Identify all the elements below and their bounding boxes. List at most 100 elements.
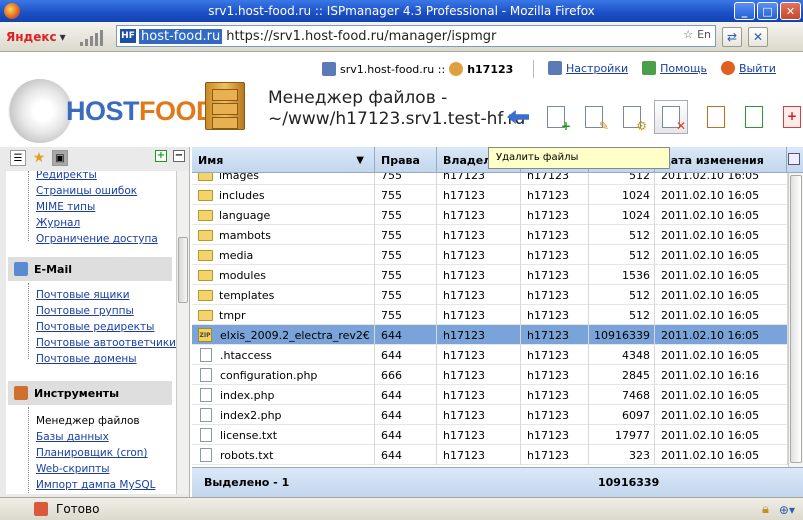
page-title: Менеджер файлов - ~/www/h17123.srv1.test… [268,88,525,130]
help-link[interactable]: Помощь [642,61,707,75]
edit-file-button[interactable]: ✎ [578,101,610,133]
table-row[interactable]: modules 755 h17123 h17123 1536 2011.02.10 16:… [192,265,788,285]
cell-size: 323 [589,445,655,465]
sidebar-item-mailboxes[interactable]: Почтовые ящики [36,289,130,301]
expand-all-button[interactable]: + [155,150,167,162]
table-row[interactable]: templates 755 h17123 h17123 512 2011.02.10 16… [192,285,788,305]
reload-icon[interactable]: ✕ [748,27,768,47]
copy-button[interactable] [738,101,770,133]
cell-owner: h17123 [437,445,521,465]
sidebar-item-mail-redirects[interactable]: Почтовые редиректы [36,321,154,333]
sidebar-item-databases[interactable]: Базы данных [36,431,109,443]
column-modified[interactable]: Дата изменения [655,147,787,173]
table-row[interactable]: robots.txt 644 h17123 h17123 323 2011.02.10 1… [192,445,788,465]
hostfood-logo[interactable]: HOSTFOOD [8,79,216,143]
url-host-highlight: host-food.ru [139,28,223,44]
file-cabinet-icon [205,82,245,130]
table-row[interactable]: tmpr 755 h17123 h17123 512 2011.02.10 16:05 [192,305,788,325]
yandex-search-button[interactable]: Яндекс ▾ [6,30,66,44]
delete-files-button[interactable]: ✕ [654,100,688,134]
table-row[interactable]: index2.php 644 h17123 h17123 6097 2011.02.10 … [192,405,788,425]
cell-size: 7468 [589,385,655,405]
column-config-icon[interactable] [788,153,800,165]
new-file-button[interactable]: + [540,101,572,133]
list-icon[interactable]: ☰ [10,150,26,166]
folder-icon [198,289,213,301]
window-titlebar: srv1.host-food.ru :: ISPmanager 4.3 Prof… [0,0,803,22]
zoom-icon[interactable]: ⊕▾ [779,503,795,517]
archive-button[interactable]: + [776,101,803,133]
sidebar-section-email[interactable]: E-Mail [8,257,172,281]
cell-date: 2011.02.10 16:05 [655,345,788,365]
cell-text: .htaccess [220,348,272,362]
table-row[interactable]: mambots 755 h17123 h17123 512 2011.02.10 16:0… [192,225,788,245]
url-bar[interactable]: HF host-food.ru https://srv1.host-food.r… [116,25,716,47]
cell-text: 2011.02.10 16:05 [661,228,760,242]
sidebar-scroll-thumb[interactable] [178,237,188,303]
sidebar-item-web-scripts[interactable]: Web-скрипты [36,463,110,475]
sidebar-item-mysql-import[interactable]: Импорт дампа MySQL [36,479,156,491]
cell-text: 17977 [615,428,650,442]
close-button[interactable]: ✕ [780,2,801,20]
cell-date: 2011.02.10 16:05 [655,185,788,205]
cell-size: 4348 [589,345,655,365]
table-row[interactable]: language 755 h17123 h17123 1024 2011.02.10 16… [192,205,788,225]
cell-owner: h17123 [437,385,521,405]
sidebar-item-log[interactable]: Журнал [36,217,80,229]
minimize-button[interactable]: _ [734,2,755,20]
cell-owner: h17123 [437,185,521,205]
cell-text: 644 [381,348,402,362]
back-button[interactable] [502,101,534,133]
language-indicator[interactable]: En [697,28,711,41]
briefcase-icon[interactable]: ▣ [52,150,68,166]
maximize-button[interactable]: □ [757,2,778,20]
cell-size: 6097 [589,405,655,425]
change-owner-button[interactable] [700,101,732,133]
status-icon [34,502,48,516]
back-forward-icon[interactable]: ⇄ [722,27,742,47]
settings-link[interactable]: Настройки [548,61,628,75]
table-row[interactable]: index.php 644 h17123 h17123 7468 2011.02.10 1… [192,385,788,405]
sidebar-item-error-pages[interactable]: Страницы ошибок [36,185,137,197]
column-name[interactable]: Имя ▼ [192,147,375,173]
cell-date: 2011.02.10 16:05 [655,285,788,305]
logout-link[interactable]: Выйти [721,61,776,75]
cell-perm: 755 [375,225,437,245]
file-properties-button[interactable]: ⚙ [616,101,648,133]
sidebar-item-mime-types[interactable]: MIME типы [36,201,95,213]
sidebar-item-cron[interactable]: Планировщик (cron) [36,447,148,459]
cell-text: 755 [381,308,402,322]
star-icon[interactable]: ★ [31,150,47,166]
sidebar-item-redirects[interactable]: Редиректы [36,171,97,181]
sidebar-item-autoresponders[interactable]: Почтовые автоответчики [36,337,176,349]
sidebar-scrollbar[interactable] [176,171,189,494]
table-row[interactable]: media 755 h17123 h17123 512 2011.02.10 16:05 [192,245,788,265]
cell-text: includes [219,188,265,202]
cell-text: h17123 [443,173,485,182]
table-row[interactable]: configuration.php 666 h17123 h17123 2845 2011… [192,365,788,385]
grid-scroll-thumb[interactable] [790,175,802,463]
table-row[interactable]: includes 755 h17123 h17123 1024 2011.02.10 16… [192,185,788,205]
collapse-all-button[interactable]: − [173,150,185,162]
table-row[interactable]: license.txt 644 h17123 h17123 17977 2011.02.1… [192,425,788,445]
sidebar-item-access-limit[interactable]: Ограничение доступа [36,233,158,245]
cell-text: elxis_2009.2_electra_rev2€ [220,328,370,342]
secure-lock-icon[interactable]: 🔒︎ [762,502,769,517]
firefox-logo-icon [4,3,20,19]
cell-owner: h17123 [437,345,521,365]
sidebar-section-tools[interactable]: Инструменты [8,381,172,405]
sidebar-item-file-manager[interactable]: Менеджер файлов [36,415,140,427]
folder-icon [198,269,213,281]
sidebar-item-mail-domains[interactable]: Почтовые домены [36,353,137,365]
table-row[interactable]: .htaccess 644 h17123 h17123 4348 2011.02.10 1… [192,345,788,365]
column-permissions[interactable]: Права [375,147,437,173]
bookmark-star-icon[interactable]: ☆ [683,28,693,41]
cell-text: h17123 [443,248,485,262]
grid-scrollbar[interactable] [788,173,803,467]
cell-size: 512 [589,285,655,305]
cell-size: 512 [589,245,655,265]
sidebar-item-mail-groups[interactable]: Почтовые группы [36,305,134,317]
table-row[interactable]: images 755 h17123 h17123 512 2011.02.10 16:05 [192,173,788,185]
table-row[interactable]: ZIP elxis_2009.2_electra_rev2€ 644 h17123 h1… [192,325,788,345]
cell-text: h17123 [527,188,569,202]
